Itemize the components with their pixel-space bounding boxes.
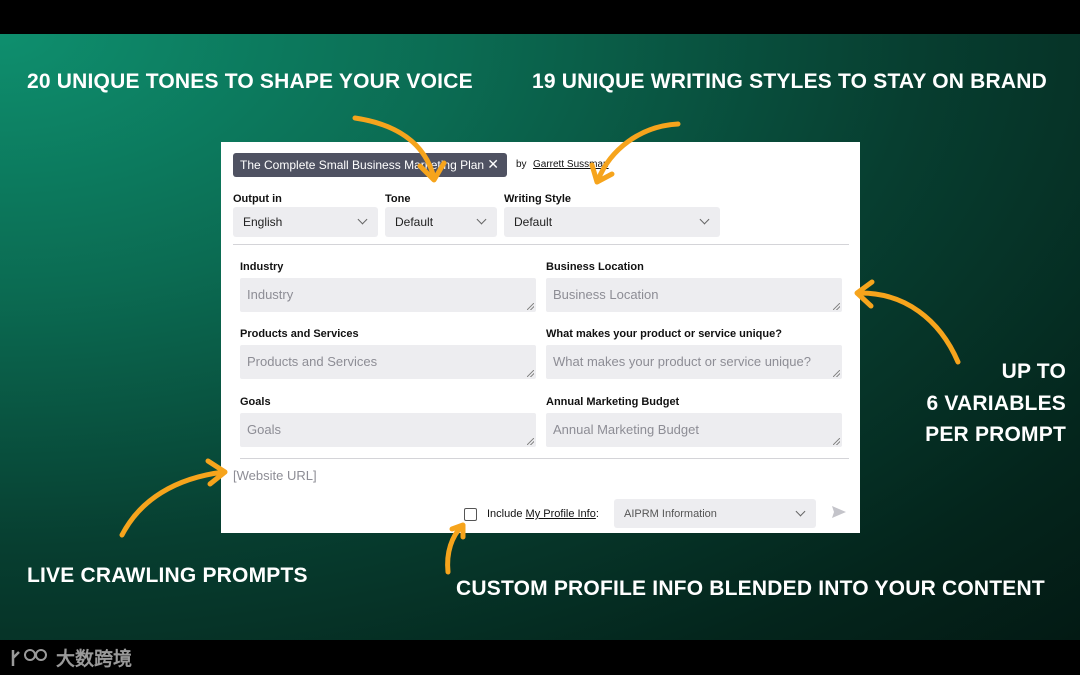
caption-tones: 20 UNIQUE TONES TO SHAPE YOUR VOICE [27, 70, 473, 93]
writing-style-value: Default [514, 215, 553, 229]
industry-input[interactable]: Industry [240, 278, 536, 312]
products-services-placeholder: Products and Services [247, 354, 378, 369]
resize-grip-icon[interactable] [527, 438, 534, 445]
chevron-down-icon [476, 214, 487, 225]
divider-top [233, 244, 849, 245]
prompt-form-panel: The Complete Small Business Marketing Pl… [221, 142, 860, 533]
resize-grip-icon[interactable] [527, 370, 534, 377]
profile-info-value: AIPRM Information [624, 507, 717, 520]
output-label: Output in [233, 193, 282, 205]
budget-placeholder: Annual Marketing Budget [553, 422, 699, 437]
resize-grip-icon[interactable] [527, 303, 534, 310]
include-profile-checkbox[interactable] [464, 508, 477, 521]
caption-variables-line2: 6 VARIABLES [926, 391, 1066, 415]
include-profile-label: Include My Profile Info: [487, 508, 599, 520]
watermark: 大数跨境 [10, 644, 132, 671]
business-location-placeholder: Business Location [553, 287, 659, 302]
resize-grip-icon[interactable] [833, 370, 840, 377]
goals-input[interactable]: Goals [240, 413, 536, 447]
unique-input[interactable]: What makes your product or service uniqu… [546, 345, 842, 379]
tone-label: Tone [385, 193, 411, 205]
caption-variables: UP TO 6 VARIABLES PER PROMPT [925, 356, 1066, 451]
bottom-letterbox [0, 640, 1080, 675]
output-language-select[interactable]: English [233, 207, 378, 237]
unique-label: What makes your product or service uniqu… [546, 328, 782, 340]
watermark-logo-icon [10, 646, 48, 670]
include-label: Include [487, 508, 523, 520]
resize-grip-icon[interactable] [833, 438, 840, 445]
close-icon[interactable]: ✕ [487, 156, 499, 173]
caption-variables-line3: PER PROMPT [925, 423, 1066, 446]
prompt-title-chip: The Complete Small Business Marketing Pl… [233, 153, 507, 177]
chevron-down-icon [357, 214, 368, 225]
goals-label: Goals [240, 396, 271, 408]
caption-variables-line1: UP TO [1001, 360, 1066, 383]
output-language-value: English [243, 215, 283, 229]
divider-bottom [240, 458, 849, 459]
top-letterbox [0, 0, 1080, 34]
business-location-label: Business Location [546, 261, 644, 273]
watermark-text: 大数跨境 [56, 649, 133, 670]
chevron-down-icon [699, 214, 710, 225]
writing-style-select[interactable]: Default [504, 207, 720, 237]
unique-placeholder: What makes your product or service uniqu… [553, 354, 811, 369]
products-services-label: Products and Services [240, 328, 359, 340]
by-label: by [516, 159, 527, 170]
industry-label: Industry [240, 261, 284, 273]
include-colon: : [595, 508, 599, 520]
caption-live-crawling: LIVE CRAWLING PROMPTS [27, 564, 308, 587]
author-link[interactable]: Garrett Sussman [533, 159, 609, 170]
budget-label: Annual Marketing Budget [546, 396, 680, 408]
writing-style-label: Writing Style [504, 193, 572, 205]
caption-profile-info: CUSTOM PROFILE INFO BLENDED INTO YOUR CO… [456, 577, 1045, 600]
send-icon[interactable] [830, 503, 848, 521]
chevron-down-icon [795, 506, 806, 517]
business-location-input[interactable]: Business Location [546, 278, 842, 312]
profile-info-select[interactable]: AIPRM Information [614, 499, 816, 528]
budget-input[interactable]: Annual Marketing Budget [546, 413, 842, 447]
products-services-input[interactable]: Products and Services [240, 345, 536, 379]
goals-placeholder: Goals [247, 422, 281, 437]
tone-select[interactable]: Default [385, 207, 497, 237]
my-profile-info-link[interactable]: My Profile Info [526, 508, 596, 520]
resize-grip-icon[interactable] [833, 303, 840, 310]
industry-placeholder: Industry [247, 287, 294, 302]
tone-value: Default [395, 215, 434, 229]
caption-writing-styles: 19 UNIQUE WRITING STYLES TO STAY ON BRAN… [532, 70, 1047, 93]
website-url-text: [Website URL] [233, 468, 317, 483]
prompt-title: The Complete Small Business Marketing Pl… [240, 158, 485, 172]
